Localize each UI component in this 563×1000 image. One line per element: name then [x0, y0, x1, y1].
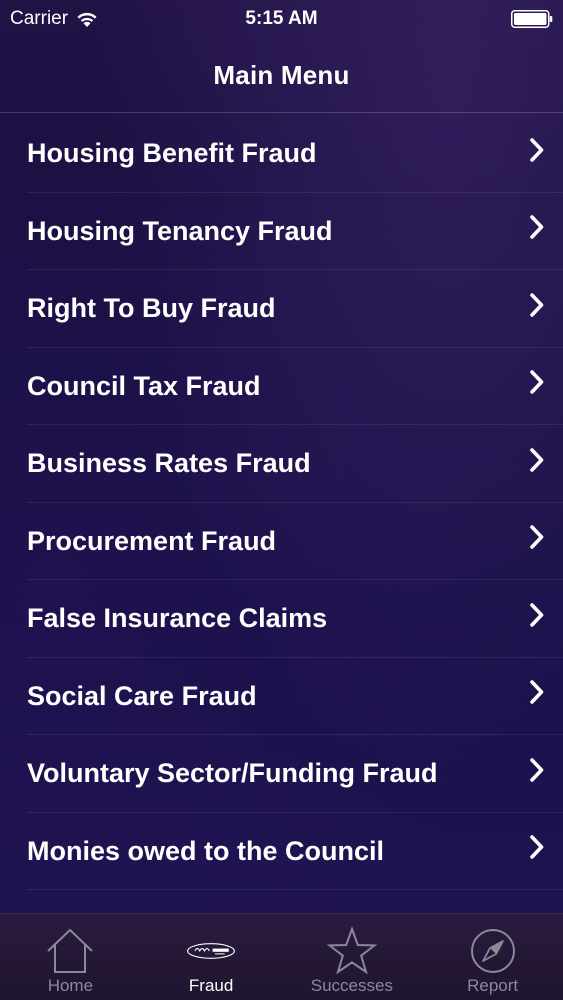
tab-home[interactable]: Home — [0, 914, 141, 1000]
menu-item-label: Housing Tenancy Fraud — [27, 215, 333, 246]
tab-label: Successes — [310, 976, 393, 995]
compass-icon — [468, 926, 518, 976]
menu-item-label: Voluntary Sector/Funding Fraud — [27, 758, 438, 789]
chevron-right-icon — [530, 602, 544, 627]
menu-item-label: False Insurance Claims — [27, 603, 328, 634]
tab-label: Report — [467, 976, 519, 995]
menu-item-right-to-buy-fraud[interactable]: Right To Buy Fraud — [0, 270, 563, 348]
menu-item-label: Monies owed to the Council — [27, 835, 384, 866]
tab-label: Home — [47, 976, 94, 995]
tab-label: Fraud — [188, 976, 234, 995]
menu-item-label: Business Rates Fraud — [27, 448, 311, 479]
main-menu-screen: Carrier 5:15 AM Main Menu Housing Benefi… — [0, 0, 563, 1000]
menu-item-housing-benefit-fraud[interactable]: Housing Benefit Fraud — [0, 115, 563, 193]
chevron-right-icon — [530, 525, 544, 550]
menu-item-business-rates-fraud[interactable]: Business Rates Fraud — [0, 425, 563, 503]
council-logo-icon — [186, 926, 236, 976]
status-time: 5:15 AM — [245, 8, 318, 29]
tab-report[interactable]: Report — [422, 914, 563, 1000]
page-title: Main Menu — [213, 59, 350, 90]
fraud-menu-list: Housing Benefit Fraud Housing Tenancy Fr… — [0, 115, 563, 890]
chevron-right-icon — [530, 137, 544, 162]
tab-fraud[interactable]: Fraud — [141, 914, 282, 1000]
tab-bar: Home Fraud Successes Report — [0, 913, 563, 1000]
chevron-right-icon — [530, 370, 544, 395]
menu-item-label: Right To Buy Fraud — [27, 293, 276, 324]
battery-icon — [511, 10, 553, 28]
menu-item-procurement-fraud[interactable]: Procurement Fraud — [0, 503, 563, 581]
menu-item-social-care-fraud[interactable]: Social Care Fraud — [0, 658, 563, 736]
menu-item-false-insurance-claims[interactable]: False Insurance Claims — [0, 580, 563, 658]
menu-item-monies-owed-to-the-council[interactable]: Monies owed to the Council — [0, 813, 563, 891]
menu-item-label: Social Care Fraud — [27, 680, 257, 711]
menu-item-label: Council Tax Fraud — [27, 370, 261, 401]
menu-item-label: Procurement Fraud — [27, 525, 277, 556]
house-icon — [45, 926, 95, 976]
chevron-right-icon — [530, 835, 544, 860]
menu-item-voluntary-sector-funding-fraud[interactable]: Voluntary Sector/Funding Fraud — [0, 735, 563, 813]
chevron-right-icon — [530, 447, 544, 472]
tab-successes[interactable]: Successes — [282, 914, 423, 1000]
star-icon — [326, 926, 377, 976]
menu-item-housing-tenancy-fraud[interactable]: Housing Tenancy Fraud — [0, 193, 563, 271]
menu-item-council-tax-fraud[interactable]: Council Tax Fraud — [0, 348, 563, 426]
chevron-right-icon — [530, 215, 544, 240]
chevron-right-icon — [530, 757, 544, 782]
chevron-right-icon — [530, 680, 544, 705]
menu-item-label: Housing Benefit Fraud — [27, 138, 317, 169]
chevron-right-icon — [530, 292, 544, 317]
navigation-bar: Main Menu — [0, 38, 563, 113]
status-bar: Carrier 5:15 AM — [0, 0, 563, 38]
